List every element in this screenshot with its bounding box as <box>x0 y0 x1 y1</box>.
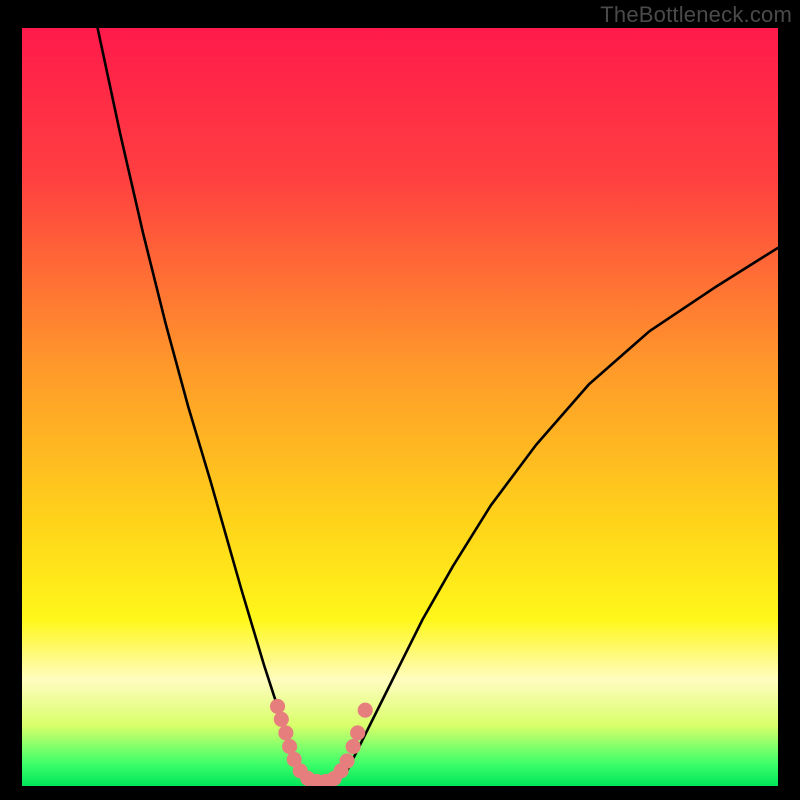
chart-plot-area <box>22 28 778 786</box>
trough-marker <box>270 699 285 714</box>
trough-marker <box>282 739 297 754</box>
trough-marker <box>278 725 293 740</box>
trough-marker <box>340 753 355 768</box>
trough-marker <box>346 739 361 754</box>
chart-frame: TheBottleneck.com <box>0 0 800 800</box>
chart-svg <box>22 28 778 786</box>
chart-background <box>22 28 778 786</box>
trough-marker <box>350 725 365 740</box>
watermark-text: TheBottleneck.com <box>600 2 792 28</box>
trough-marker <box>274 712 289 727</box>
trough-marker <box>358 703 373 718</box>
